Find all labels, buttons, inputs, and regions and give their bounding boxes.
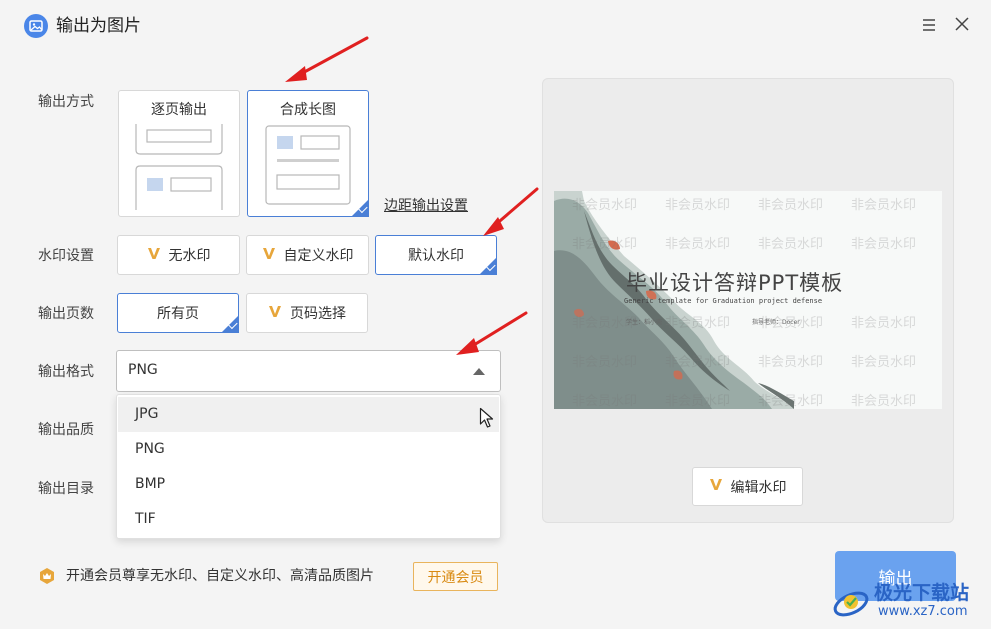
slide-preview: 毕业设计答辩PPT模板 Generic template for Graduat… xyxy=(554,191,942,409)
watermark-text: 非会员水印 xyxy=(758,198,824,213)
watermark-text: 非会员水印 xyxy=(572,394,638,409)
per-page-illustration-icon xyxy=(135,124,223,210)
all-pages-label: 所有页 xyxy=(157,306,199,322)
vip-v-icon xyxy=(709,478,723,495)
watermark-text: 非会员水印 xyxy=(665,394,731,409)
custom-watermark-button[interactable]: 自定义水印 xyxy=(246,235,369,275)
watermark-text: 非会员水印 xyxy=(572,198,638,213)
mode-per-page-label: 逐页输出 xyxy=(151,102,207,118)
quality-label: 输出品质 xyxy=(38,422,94,438)
watermark-text: 非会员水印 xyxy=(758,355,824,370)
watermark-text: 非会员水印 xyxy=(572,355,638,370)
directory-label: 输出目录 xyxy=(38,481,94,497)
close-icon[interactable] xyxy=(953,15,971,33)
format-dropdown: JPG PNG BMP TIF xyxy=(116,394,501,539)
default-watermark-label: 默认水印 xyxy=(408,248,464,264)
watermark-text: 非会员水印 xyxy=(572,237,638,252)
edit-watermark-label: 编辑水印 xyxy=(730,479,787,496)
caret-up-icon xyxy=(473,368,485,375)
red-arrow-annotation xyxy=(285,36,369,82)
watermark-text: 非会员水印 xyxy=(851,394,917,409)
vip-v-icon xyxy=(262,247,276,264)
selected-check-icon xyxy=(221,315,239,333)
watermark-text: 非会员水印 xyxy=(851,237,917,252)
edit-watermark-button[interactable]: 编辑水印 xyxy=(692,467,803,506)
watermark-text: 非会员水印 xyxy=(758,237,824,252)
open-vip-button[interactable]: 开通会员 xyxy=(413,562,498,591)
no-watermark-button[interactable]: 无水印 xyxy=(117,235,240,275)
watermark-text: 非会员水印 xyxy=(665,198,731,213)
watermark-text: 非会员水印 xyxy=(851,355,917,370)
long-image-illustration-icon xyxy=(265,125,351,205)
all-pages-button[interactable]: 所有页 xyxy=(117,293,239,333)
slide-title: 毕业设计答辩PPT模板 xyxy=(626,271,844,295)
watermark-text: 非会员水印 xyxy=(665,237,731,252)
custom-watermark-label: 自定义水印 xyxy=(283,248,354,264)
site-watermark-name: 极光下载站 xyxy=(874,582,970,604)
mode-per-page-card[interactable]: 逐页输出 xyxy=(118,90,240,217)
page-range-button[interactable]: 页码选择 xyxy=(246,293,368,333)
watermark-text: 非会员水印 xyxy=(665,355,731,370)
mode-long-image-label: 合成长图 xyxy=(280,102,336,118)
red-arrow-annotation xyxy=(483,187,539,236)
watermark-text: 非会员水印 xyxy=(758,394,824,409)
mode-long-image-card[interactable]: 合成长图 xyxy=(247,90,369,217)
vip-v-icon xyxy=(268,305,282,322)
menu-icon[interactable] xyxy=(920,16,938,34)
format-select[interactable]: PNG xyxy=(116,350,501,392)
watermark-text: 非会员水印 xyxy=(665,316,731,331)
watermark-text: 非会员水印 xyxy=(851,198,917,213)
format-option-bmp[interactable]: BMP xyxy=(118,467,499,502)
default-watermark-button[interactable]: 默认水印 xyxy=(375,235,497,275)
slide-subtitle: Generic template for Graduation project … xyxy=(624,297,823,305)
window-title: 输出为图片 xyxy=(56,16,141,36)
format-option-tif[interactable]: TIF xyxy=(118,502,499,537)
app-image-icon xyxy=(24,14,48,38)
format-option-png[interactable]: PNG xyxy=(118,432,499,467)
vip-promo-text: 开通会员尊享无水印、自定义水印、高清品质图片 xyxy=(66,568,374,584)
site-watermark-logo: 极光下载站 www.xz7.com xyxy=(830,578,985,624)
no-watermark-label: 无水印 xyxy=(168,248,211,264)
site-logo-icon xyxy=(833,591,869,617)
site-watermark-url: www.xz7.com xyxy=(878,604,968,619)
output-mode-label: 输出方式 xyxy=(38,94,94,110)
watermark-label: 水印设置 xyxy=(38,248,94,264)
watermark-text: 非会员水印 xyxy=(572,316,638,331)
watermark-text: 非会员水印 xyxy=(758,316,824,331)
selected-check-icon xyxy=(351,199,369,217)
margin-settings-link[interactable]: 边距输出设置 xyxy=(384,195,468,215)
vip-crown-icon xyxy=(38,567,56,585)
format-label: 输出格式 xyxy=(38,364,94,380)
selected-check-icon xyxy=(479,257,497,275)
pages-label: 输出页数 xyxy=(38,306,94,322)
vip-v-icon xyxy=(147,247,161,264)
format-selected-value: PNG xyxy=(128,362,158,378)
format-option-jpg[interactable]: JPG xyxy=(118,397,499,432)
watermark-text: 非会员水印 xyxy=(851,316,917,331)
page-range-label: 页码选择 xyxy=(290,306,346,322)
